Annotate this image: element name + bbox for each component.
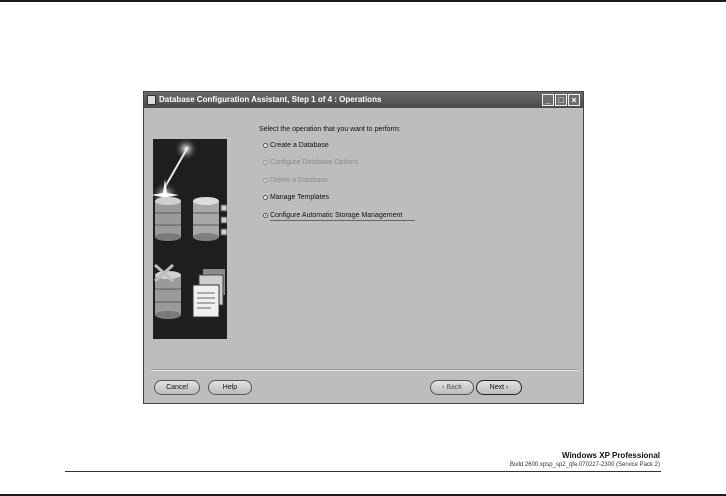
database-illustration	[153, 139, 227, 339]
next-label: Next	[489, 384, 505, 391]
help-button[interactable]: Help	[208, 380, 252, 395]
option-label: Delete a Database	[270, 177, 328, 184]
window-title: Database Configuration Assistant, Step 1…	[159, 95, 382, 104]
radio-manage-templates[interactable]	[263, 195, 268, 200]
radio-delete-database	[263, 178, 268, 183]
close-button[interactable]: ×	[568, 94, 580, 106]
radio-create-database[interactable]	[263, 143, 268, 148]
back-button[interactable]: ‹ Back	[430, 380, 474, 395]
page-top-rule	[0, 0, 726, 2]
focus-indicator	[270, 209, 415, 221]
database-wand-illustration	[153, 139, 227, 339]
maximize-button[interactable]: □	[555, 94, 567, 106]
app-icon	[147, 95, 156, 105]
minimize-button[interactable]: _	[542, 94, 554, 106]
option-delete-database: Delete a Database	[263, 177, 328, 184]
chevron-right-icon: ›	[506, 384, 509, 391]
radio-configure-database-options	[263, 160, 268, 165]
back-label: Back	[446, 384, 462, 391]
cancel-button[interactable]: Cancel	[154, 380, 200, 395]
os-build: Build 2600.xpsp_sp2_qfe.070227-2300 (Ser…	[509, 462, 660, 468]
option-label: Manage Templates	[270, 194, 330, 201]
option-label: Configure Database Options	[270, 159, 359, 166]
os-name: Windows XP Professional	[561, 451, 660, 460]
operation-prompt: Select the operation that you want to pe…	[259, 126, 401, 133]
option-create-database[interactable]: Create a Database	[263, 142, 329, 149]
chevron-left-icon: ‹	[442, 384, 445, 391]
button-separator	[151, 369, 578, 371]
footer-rule	[65, 471, 661, 472]
radio-configure-asm[interactable]	[263, 213, 268, 218]
option-manage-templates[interactable]: Manage Templates	[263, 194, 330, 201]
option-label: Create a Database	[270, 142, 329, 149]
dbca-window: Database Configuration Assistant, Step 1…	[143, 91, 584, 404]
title-bar[interactable]: Database Configuration Assistant, Step 1…	[144, 92, 583, 108]
option-configure-database-options: Configure Database Options	[263, 159, 359, 166]
next-button[interactable]: Next ›	[476, 380, 522, 395]
